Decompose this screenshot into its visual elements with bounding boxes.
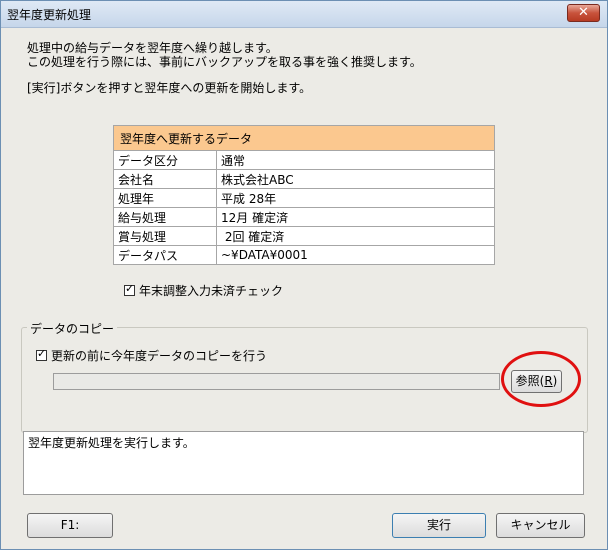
- row-value: ~¥DATA¥0001: [216, 245, 495, 265]
- title-bar: 翌年度更新処理 ✕: [1, 1, 607, 28]
- status-log-box: 翌年度更新処理を実行します。: [23, 431, 584, 495]
- copy-check-label: 更新の前に今年度データのコピーを行う: [51, 349, 268, 363]
- row-label: データパス: [113, 245, 217, 265]
- f1-button[interactable]: F1:: [27, 513, 113, 538]
- update-data-table: 翌年度へ更新するデータ データ区分 通常 会社名 株式会社ABC 処理年 平成 …: [113, 125, 495, 265]
- copy-group-title: データのコピー: [27, 320, 118, 337]
- table-row: 処理年 平成 28年: [113, 188, 495, 208]
- table-header-row: 翌年度へ更新するデータ: [113, 125, 495, 151]
- row-label: 会社名: [113, 169, 217, 189]
- row-label: データ区分: [113, 150, 217, 170]
- copy-path-field[interactable]: [53, 373, 500, 390]
- execute-button[interactable]: 実行: [392, 513, 486, 538]
- year-end-check-row: 年末調整入力未済チェック: [124, 282, 283, 299]
- table-header: 翌年度へ更新するデータ: [113, 125, 495, 151]
- close-icon: ✕: [578, 5, 589, 20]
- window-title: 翌年度更新処理: [7, 8, 92, 22]
- cancel-button[interactable]: キャンセル: [496, 513, 585, 538]
- dialog-window: 翌年度更新処理 ✕ 処理中の給与データを翌年度へ繰り越します。 この処理を行う際…: [0, 0, 608, 550]
- intro-line-1: 処理中の給与データを翌年度へ繰り越します。: [27, 41, 278, 55]
- table-row: 会社名 株式会社ABC: [113, 169, 495, 189]
- copy-check-row: 更新の前に今年度データのコピーを行う: [36, 347, 267, 364]
- row-value: 2回 確定済: [216, 226, 495, 246]
- row-value: 12月 確定済: [216, 207, 495, 227]
- row-value: 通常: [216, 150, 495, 170]
- row-label: 処理年: [113, 188, 217, 208]
- table-row: データ区分 通常: [113, 150, 495, 170]
- table-row: データパス ~¥DATA¥0001: [113, 245, 495, 265]
- highlight-circle-annotation: [501, 351, 581, 407]
- intro-line-3: [実行]ボタンを押すと翌年度への更新を開始します。: [27, 81, 312, 95]
- intro-line-2: この処理を行う際には、事前にバックアップを取る事を強く推奨します。: [27, 55, 422, 69]
- row-value: 平成 28年: [216, 188, 495, 208]
- dialog-body: 処理中の給与データを翌年度へ繰り越します。 この処理を行う際には、事前にバックア…: [1, 28, 607, 549]
- year-end-checkbox[interactable]: [124, 282, 135, 296]
- row-label: 給与処理: [113, 207, 217, 227]
- row-label: 賞与処理: [113, 226, 217, 246]
- table-row: 賞与処理 2回 確定済: [113, 226, 495, 246]
- copy-checkbox[interactable]: [36, 347, 47, 361]
- year-end-check-label: 年末調整入力未済チェック: [139, 284, 284, 298]
- close-button[interactable]: ✕: [567, 4, 600, 22]
- row-value: 株式会社ABC: [216, 169, 495, 189]
- table-row: 給与処理 12月 確定済: [113, 207, 495, 227]
